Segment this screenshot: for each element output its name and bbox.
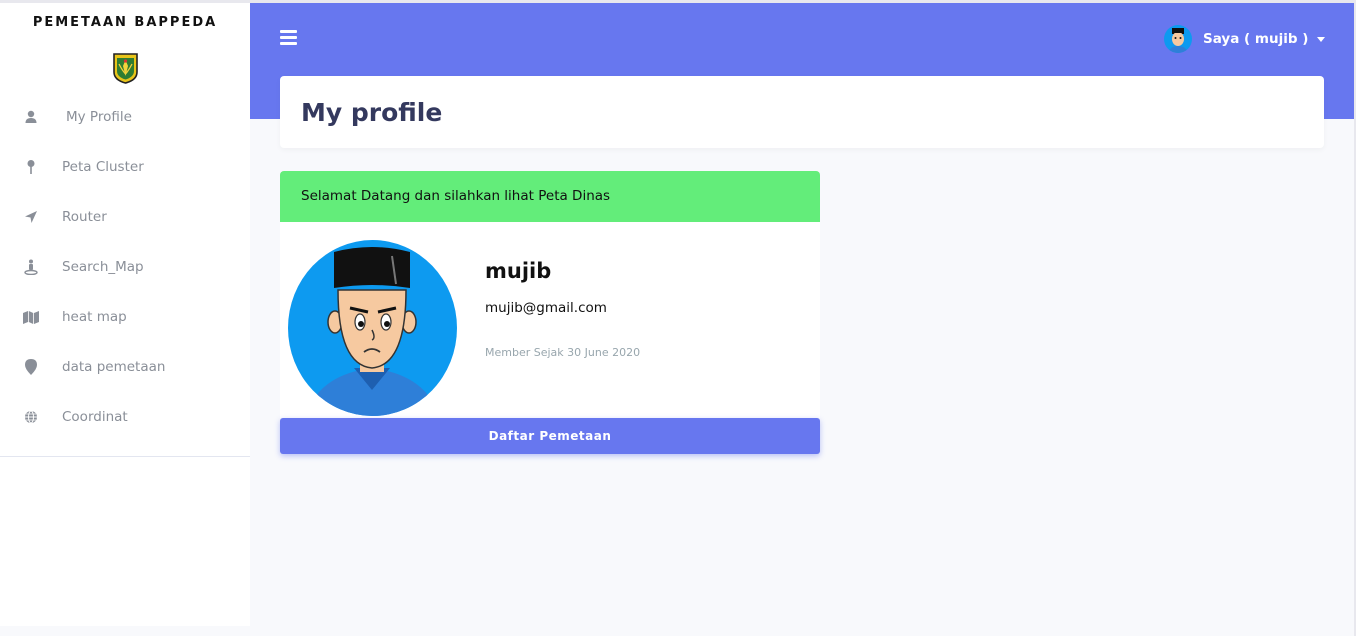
profile-name: mujib <box>485 259 552 283</box>
sidebar-divider <box>0 456 250 457</box>
brand-title[interactable]: PEMETAAN BAPPEDA <box>0 15 250 30</box>
sidebar-item-label: Router <box>62 209 107 225</box>
profile-avatar <box>288 240 457 416</box>
sidebar-item-label: heat map <box>62 309 127 325</box>
user-dropdown[interactable]: Saya ( mujib ) <box>1164 25 1326 53</box>
map-icon <box>22 308 40 326</box>
user-name: Saya ( mujib ) <box>1203 31 1309 47</box>
user-icon <box>22 108 40 126</box>
sidebar: PEMETAAN BAPPEDA My Profile Peta Cluster… <box>0 3 250 626</box>
section-header: My profile <box>280 76 1324 148</box>
map-marker-icon <box>22 358 40 376</box>
sidebar-item-coordinat[interactable]: Coordinat <box>0 397 250 437</box>
sidebar-item-label: Peta Cluster <box>62 159 144 175</box>
regional-emblem-icon <box>113 53 138 84</box>
sidebar-item-label: Search_Map <box>62 259 144 275</box>
location-arrow-icon <box>22 208 40 226</box>
welcome-alert: Selamat Datang dan silahkan lihat Peta D… <box>280 171 820 222</box>
avatar <box>1164 25 1192 53</box>
sidebar-item-label: My Profile <box>66 109 132 125</box>
sidebar-item-peta-cluster[interactable]: Peta Cluster <box>0 147 250 187</box>
sidebar-item-my-profile[interactable]: My Profile <box>0 97 250 137</box>
daftar-pemetaan-button[interactable]: Daftar Pemetaan <box>280 418 820 454</box>
sidebar-item-search-map[interactable]: Search_Map <box>0 247 250 287</box>
sidebar-item-label: data pemetaan <box>62 359 166 375</box>
alert-text: Selamat Datang dan silahkan lihat Peta D… <box>301 188 611 204</box>
page-title: My profile <box>301 98 443 127</box>
hamburger-icon[interactable] <box>280 30 298 46</box>
sidebar-item-data-pemetaan[interactable]: data pemetaan <box>0 347 250 387</box>
map-pin-icon <box>22 158 40 176</box>
sidebar-item-router[interactable]: Router <box>0 197 250 237</box>
sidebar-item-heat-map[interactable]: heat map <box>0 297 250 337</box>
street-view-icon <box>22 258 40 276</box>
profile-email: mujib@gmail.com <box>485 300 607 316</box>
sidebar-item-label: Coordinat <box>62 409 128 425</box>
globe-icon <box>22 408 40 426</box>
chevron-down-icon <box>1317 36 1326 42</box>
member-since: Member Sejak 30 June 2020 <box>485 346 641 359</box>
